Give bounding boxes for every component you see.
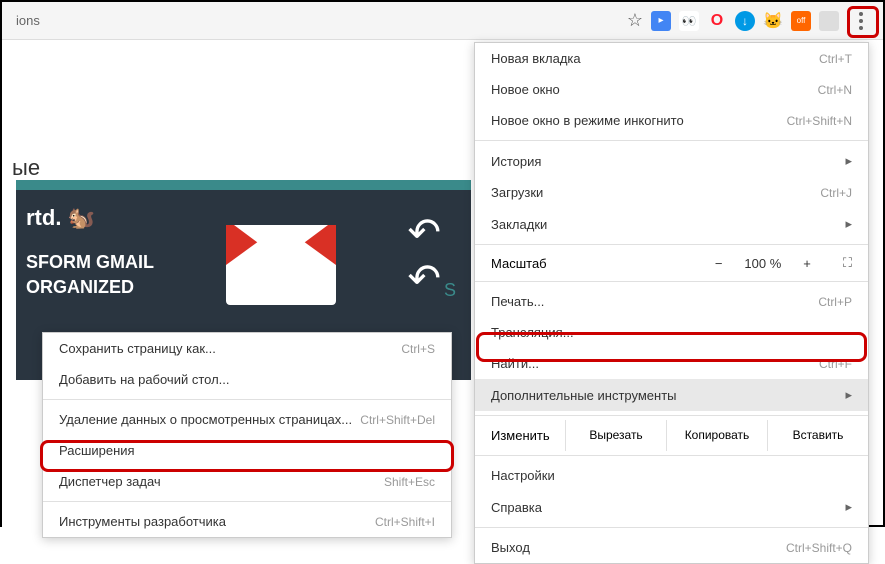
extension-icon[interactable]: ▸	[651, 11, 671, 31]
bookmark-star-icon[interactable]: ☆	[627, 10, 643, 31]
extension-off-icon[interactable]: off	[791, 11, 811, 31]
menu-separator	[475, 244, 868, 245]
submenu-add-desktop[interactable]: Добавить на рабочий стол...	[43, 364, 451, 395]
extension-icon[interactable]: 🐱	[763, 11, 783, 31]
menu-new-tab[interactable]: Новая вкладкаCtrl+T	[475, 43, 868, 74]
gmail-icon	[226, 225, 336, 305]
submenu-task-manager[interactable]: Диспетчер задачShift+Esc	[43, 466, 451, 497]
menu-print[interactable]: Печать...Ctrl+P	[475, 286, 868, 317]
menu-cast[interactable]: Трансляция...	[475, 317, 868, 348]
decorative-letter: S	[444, 280, 456, 301]
menu-edit-row: Изменить Вырезать Копировать Вставить	[475, 420, 868, 451]
zoom-value: 100 %	[744, 256, 781, 271]
menu-separator	[475, 281, 868, 282]
page-heading-fragment: ые	[12, 155, 40, 181]
banner-logo: rtd. 🐿️	[26, 205, 95, 231]
menu-bookmarks[interactable]: Закладки▸	[475, 208, 868, 240]
highlight-ring	[847, 6, 879, 38]
menu-exit[interactable]: ВыходCtrl+Shift+Q	[475, 532, 868, 563]
browser-toolbar: ions ☆ ▸ 👀 O ↓ 🐱 off	[2, 2, 883, 40]
menu-more-tools[interactable]: Дополнительные инструменты▸	[475, 379, 868, 411]
menu-separator	[475, 415, 868, 416]
submenu-clear-data[interactable]: Удаление данных о просмотренных страница…	[43, 404, 451, 435]
menu-separator	[43, 399, 451, 400]
extension-icon[interactable]	[819, 11, 839, 31]
menu-separator	[475, 455, 868, 456]
toolbar-actions: ☆ ▸ 👀 O ↓ 🐱 off	[627, 6, 883, 36]
submenu-save-page[interactable]: Сохранить страницу как...Ctrl+S	[43, 333, 451, 364]
menu-settings[interactable]: Настройки	[475, 460, 868, 491]
menu-separator	[475, 527, 868, 528]
zoom-in-button[interactable]: +	[799, 256, 815, 271]
menu-incognito[interactable]: Новое окно в режиме инкогнитоCtrl+Shift+…	[475, 105, 868, 136]
menu-downloads[interactable]: ЗагрузкиCtrl+J	[475, 177, 868, 208]
edit-paste-button[interactable]: Вставить	[767, 420, 868, 451]
extension-icon[interactable]: 👀	[679, 11, 699, 31]
menu-separator	[43, 501, 451, 502]
menu-new-window[interactable]: Новое окноCtrl+N	[475, 74, 868, 105]
opera-extension-icon[interactable]: O	[707, 11, 727, 31]
menu-help[interactable]: Справка▸	[475, 491, 868, 523]
zoom-out-button[interactable]: −	[711, 256, 727, 271]
menu-separator	[475, 140, 868, 141]
edit-cut-button[interactable]: Вырезать	[565, 420, 666, 451]
submenu-extensions[interactable]: Расширения	[43, 435, 451, 466]
url-fragment: ions	[16, 13, 627, 28]
banner-text: SFORM GMAIL ORGANIZED	[26, 250, 154, 300]
edit-copy-button[interactable]: Копировать	[666, 420, 767, 451]
more-tools-submenu: Сохранить страницу как...Ctrl+S Добавить…	[42, 332, 452, 538]
decorative-arrows: ↶↶	[407, 210, 441, 302]
extension-icon[interactable]: ↓	[735, 11, 755, 31]
submenu-dev-tools[interactable]: Инструменты разработчикаCtrl+Shift+I	[43, 506, 451, 537]
browser-main-menu: Новая вкладкаCtrl+T Новое окноCtrl+N Нов…	[474, 42, 869, 564]
menu-history[interactable]: История▸	[475, 145, 868, 177]
menu-find[interactable]: Найти...Ctrl+F	[475, 348, 868, 379]
fullscreen-icon[interactable]: ⛶	[843, 255, 852, 271]
menu-zoom: Масштаб − 100 % + ⛶	[475, 249, 868, 277]
